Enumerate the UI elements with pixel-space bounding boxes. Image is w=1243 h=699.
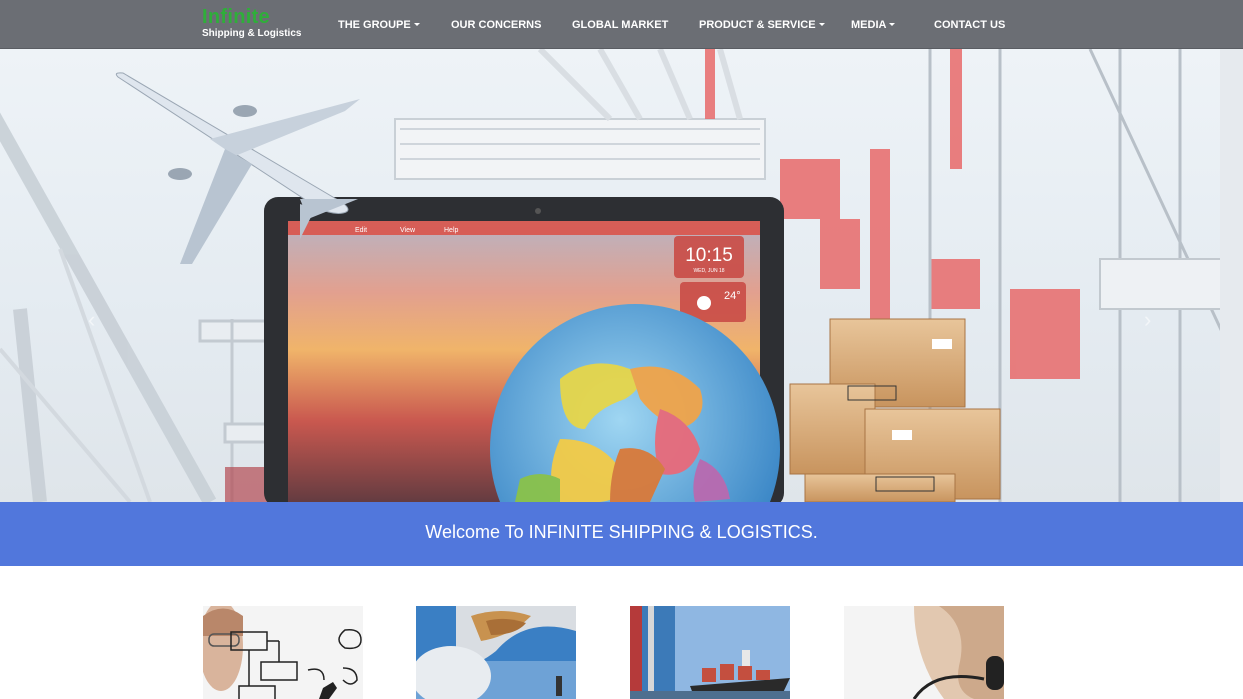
container-ship-photo-icon <box>630 606 790 699</box>
weather-icon <box>697 296 711 310</box>
weather-temperature: 24° <box>724 290 741 302</box>
chevron-down-icon <box>889 23 896 26</box>
nav-our-concerns-label: OUR CONCERNS <box>451 19 542 31</box>
clock-date: WED, JUN 18 <box>693 268 724 274</box>
nav-product-service-label: PRODUCT & SERVICE <box>699 19 816 31</box>
carousel-next-arrow[interactable]: › <box>1144 309 1151 331</box>
nav-global-market[interactable]: GLOBAL MARKET <box>572 18 668 32</box>
site-logo[interactable]: Infinite Shipping & Logistics <box>202 7 301 40</box>
hero-slider: Edit View Help 10:15 WED, JUN 18 24° ‹ › <box>0 49 1243 502</box>
nav-contact-us[interactable]: CONTACT US <box>934 18 1005 32</box>
screen-menu-view: View <box>400 227 416 234</box>
welcome-banner: Welcome To INFINITE SHIPPING & LOGISTICS… <box>0 502 1243 566</box>
flowchart-photo-icon <box>203 606 363 699</box>
welcome-text: Welcome To INFINITE SHIPPING & LOGISTICS… <box>425 522 818 542</box>
top-navbar: Infinite Shipping & Logistics THE GROUPE… <box>0 0 1243 49</box>
clock-time: 10:15 <box>685 245 733 266</box>
logo-title: Infinite <box>202 6 270 28</box>
hero-image: Edit View Help 10:15 WED, JUN 18 24° <box>0 49 1243 502</box>
thumbnail-flowchart[interactable] <box>203 606 363 699</box>
nav-the-groupe-label: THE GROUPE <box>338 19 411 31</box>
screen-menu-help: Help <box>444 227 459 234</box>
nav-media-label: MEDIA <box>851 19 887 31</box>
thumbnail-container-ship[interactable] <box>630 606 790 699</box>
nav-the-groupe[interactable]: THE GROUPE <box>338 18 420 32</box>
screen-menu-edit: Edit <box>355 227 367 234</box>
nav-our-concerns[interactable]: OUR CONCERNS <box>451 18 541 32</box>
thumbnail-cargo-plane[interactable] <box>416 606 576 699</box>
headset-person-photo-icon <box>844 606 1004 699</box>
chevron-down-icon <box>413 23 420 26</box>
nav-contact-us-label: CONTACT US <box>934 19 1006 31</box>
cargo-plane-photo-icon <box>416 606 576 699</box>
logo-subtitle: Shipping & Logistics <box>202 28 302 39</box>
chevron-down-icon <box>818 23 825 26</box>
thumbnail-headset-support[interactable] <box>844 606 1004 699</box>
nav-product-service[interactable]: PRODUCT & SERVICE <box>699 18 825 32</box>
nav-media[interactable]: MEDIA <box>851 18 896 32</box>
nav-global-market-label: GLOBAL MARKET <box>572 19 669 31</box>
carousel-prev-arrow[interactable]: ‹ <box>88 309 95 331</box>
